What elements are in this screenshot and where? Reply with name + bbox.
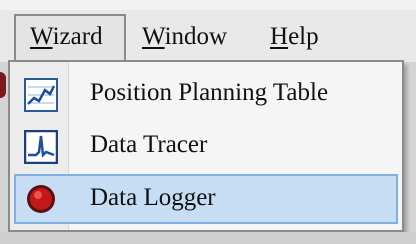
menu-wizard-mnemonic: W	[30, 23, 53, 50]
menu-window[interactable]: Window	[128, 14, 241, 60]
menu-item-data-logger[interactable]: Data Logger	[14, 174, 398, 224]
menu-window-rest: indow	[164, 23, 228, 50]
background-red-edge	[0, 72, 6, 98]
menu-help[interactable]: Help	[256, 14, 333, 60]
menu-help-mnemonic: H	[270, 23, 289, 50]
background-strip	[0, 232, 416, 244]
menu-item-position-planning-table[interactable]: Position Planning Table	[14, 70, 398, 120]
menu-bar-top-edge	[0, 0, 416, 10]
menu-item-label: Position Planning Table	[90, 79, 329, 106]
menu-item-data-tracer[interactable]: Data Tracer	[14, 122, 398, 172]
position-chart-icon	[24, 78, 58, 112]
menu-window-mnemonic: W	[142, 23, 165, 50]
waveform-icon	[23, 129, 59, 165]
red-record-icon	[24, 182, 58, 216]
wizard-dropdown-menu: Position Planning Table Data Tracer Data…	[8, 60, 404, 232]
menu-help-rest: elp	[288, 23, 319, 50]
menu-bar: Wizard Window Help	[0, 0, 416, 62]
menu-item-label: Data Tracer	[90, 131, 208, 158]
menu-wizard[interactable]: Wizard	[14, 14, 126, 60]
menu-item-label: Data Logger	[90, 184, 216, 211]
menu-wizard-rest: izard	[52, 23, 103, 50]
